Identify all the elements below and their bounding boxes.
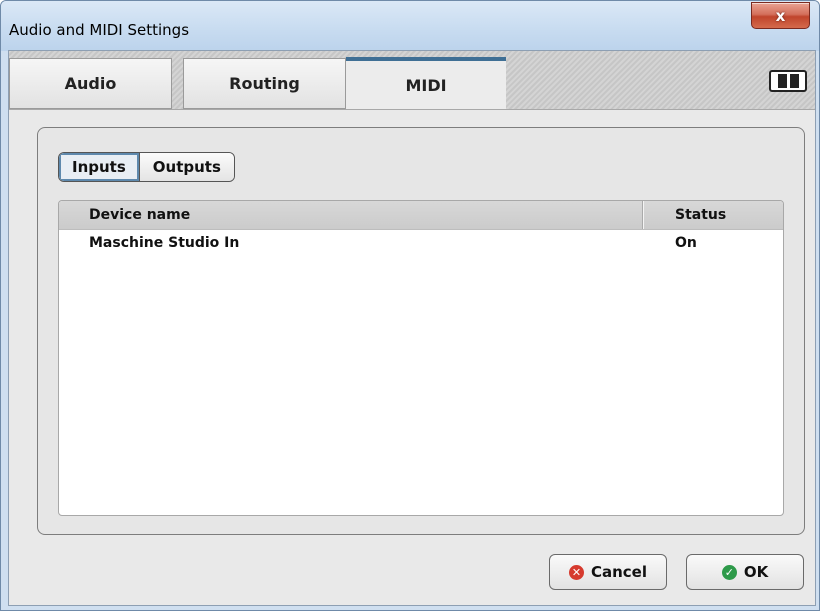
inputs-button[interactable]: Inputs xyxy=(59,153,139,181)
cancel-label: Cancel xyxy=(590,563,647,581)
midi-panel: Inputs Outputs Device name Status Maschi… xyxy=(37,127,805,535)
cancel-icon: ✕ xyxy=(568,564,584,580)
status-cell[interactable]: On xyxy=(675,230,697,256)
logo-i-block xyxy=(789,74,799,88)
inputs-outputs-toggle: Inputs Outputs xyxy=(58,152,235,182)
dialog-content: Audio Routing MIDI Inputs Outputs Device… xyxy=(8,50,816,606)
device-list[interactable]: Device name Status Maschine Studio In On xyxy=(58,200,784,516)
column-header-status[interactable]: Status xyxy=(675,201,726,229)
device-name-cell: Maschine Studio In xyxy=(89,235,240,251)
outputs-button[interactable]: Outputs xyxy=(139,153,234,181)
tab-audio[interactable]: Audio xyxy=(9,58,172,109)
close-button[interactable]: x xyxy=(751,2,810,29)
settings-window: Audio and MIDI Settings x Audio Routing … xyxy=(0,0,820,611)
list-item[interactable]: Maschine Studio In On xyxy=(59,230,783,256)
close-icon: x xyxy=(775,6,786,25)
tab-bar: Audio Routing MIDI xyxy=(9,51,815,110)
tab-midi[interactable]: MIDI xyxy=(346,57,506,109)
column-divider[interactable] xyxy=(642,201,644,229)
check-icon: ✓ xyxy=(721,564,737,580)
tab-routing[interactable]: Routing xyxy=(183,58,346,109)
column-header-device-name[interactable]: Device name xyxy=(89,201,190,229)
native-instruments-logo xyxy=(769,70,807,92)
window-title: Audio and MIDI Settings xyxy=(9,21,190,39)
list-header: Device name Status xyxy=(59,201,783,230)
cancel-button[interactable]: ✕ Cancel xyxy=(549,554,667,590)
logo-n-block xyxy=(777,74,787,88)
title-bar[interactable]: Audio and MIDI Settings x xyxy=(1,1,819,51)
ok-button[interactable]: ✓ OK xyxy=(686,554,804,590)
ok-label: OK xyxy=(743,563,769,581)
